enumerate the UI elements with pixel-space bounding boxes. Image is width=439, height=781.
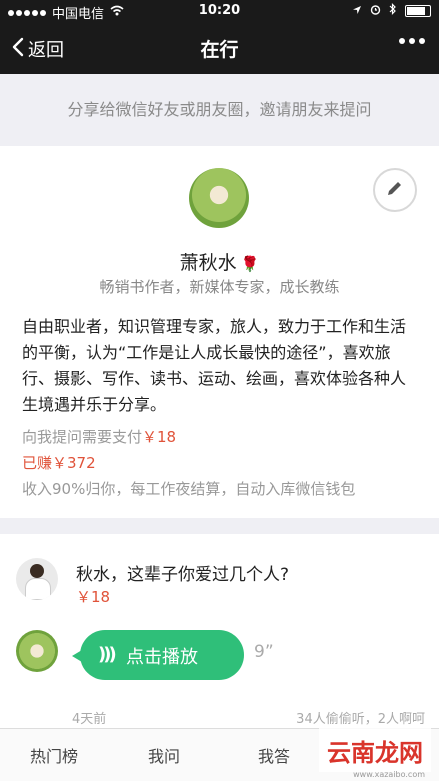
bluetooth-icon — [389, 3, 397, 19]
asker-avatar[interactable] — [16, 558, 58, 600]
fee-label: 向我提问需要支付 — [22, 428, 143, 446]
listener-count: 34人偷偷听，2人啊呵 — [296, 712, 425, 727]
page-title: 在行 — [200, 39, 239, 61]
edit-button[interactable] — [373, 168, 417, 212]
tab-my-questions[interactable]: 我问 — [148, 743, 180, 767]
profile-card: 萧秋水 🌹 畅销书作者，新媒体专家，成长教练 自由职业者，知识管理专家，旅人，致力… — [0, 146, 439, 518]
question-fee: 向我提问需要支付￥18 — [22, 426, 176, 447]
audio-duration: 9” — [254, 642, 274, 662]
more-menu-icon[interactable] — [399, 38, 425, 44]
tab-my-answers[interactable]: 我答 — [258, 743, 290, 767]
profile-subtitle: 畅销书作者，新媒体专家，成长教练 — [99, 278, 340, 296]
pencil-icon — [385, 178, 405, 202]
play-label: 点击播放 — [126, 647, 198, 668]
audio-wave-icon: ))) — [98, 644, 117, 665]
qa-item: 秋水，这辈子你爱过几个人? ￥18 ))) 点击播放 9” 4天前 34人偷偷听… — [0, 534, 439, 729]
battery-icon — [405, 5, 431, 17]
nav-bar: 返回 在行 — [0, 22, 439, 74]
income-note: 收入90%归你，每工作夜结算，自动入库微信钱包 — [22, 480, 356, 498]
profile-name: 萧秋水 — [179, 252, 237, 274]
play-audio-button[interactable]: ))) 点击播放 — [72, 630, 244, 680]
status-right — [352, 3, 431, 19]
earned-amount: 已赚￥372 — [22, 454, 96, 472]
alarm-icon — [370, 4, 381, 19]
tab-hot[interactable]: 热门榜 — [30, 743, 78, 767]
time-ago: 4天前 — [72, 712, 107, 727]
profile-avatar[interactable] — [189, 168, 249, 228]
watermark-logo: 云南龙网 — [319, 728, 431, 772]
fee-value: ￥18 — [142, 428, 177, 446]
watermark-url: www.xazaibo.com — [353, 770, 425, 779]
question-text[interactable]: 秋水，这辈子你爱过几个人? — [76, 560, 289, 585]
answerer-avatar[interactable] — [16, 630, 58, 672]
status-bar: 中国电信 10:20 — [0, 0, 439, 22]
rose-icon: 🌹 — [240, 255, 260, 273]
profile-name-row: 萧秋水 🌹 — [0, 248, 439, 275]
question-price: ￥18 — [76, 588, 111, 606]
share-banner[interactable]: 分享给微信好友或朋友圈，邀请朋友来提问 — [0, 74, 439, 146]
location-icon — [352, 4, 362, 19]
profile-bio: 自由职业者，知识管理专家，旅人，致力于工作和生活的平衡，认为“工作是让人成长最快… — [22, 317, 407, 414]
